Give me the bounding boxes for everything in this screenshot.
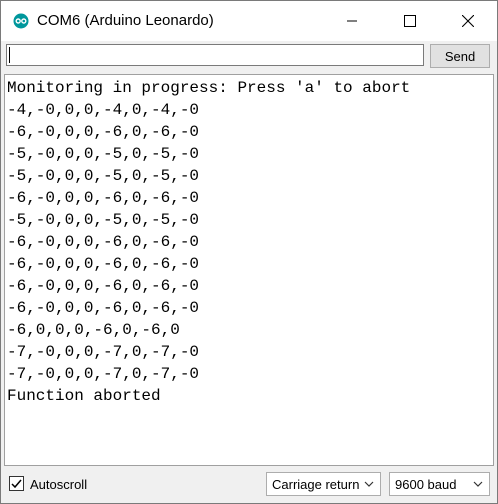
text-caret [9,47,10,63]
title-bar[interactable]: COM6 (Arduino Leonardo) [1,1,497,41]
line-ending-select[interactable]: Carriage return [266,472,381,496]
status-bar: Autoscroll Carriage return 9600 baud [1,467,497,503]
baud-rate-select[interactable]: 9600 baud [389,472,490,496]
chevron-down-icon [364,481,374,487]
minimize-icon [347,20,357,22]
output-line: -5,-0,0,0,-5,0,-5,-0 [7,167,200,185]
output-line: -7,-0,0,0,-7,0,-7,-0 [7,343,200,361]
window-title: COM6 (Arduino Leonardo) [37,12,214,29]
output-line: -7,-0,0,0,-7,0,-7,-0 [7,365,200,383]
output-line: Monitoring in progress: Press 'a' to abo… [7,79,411,97]
send-button[interactable]: Send [430,44,490,68]
chevron-down-icon [473,481,483,487]
output-line: -5,-0,0,0,-5,0,-5,-0 [7,145,200,163]
autoscroll-checkbox[interactable] [9,476,24,491]
command-input[interactable] [6,44,424,66]
close-icon [462,15,474,27]
checkmark-icon [11,479,22,489]
arduino-logo-icon [13,13,29,29]
serial-monitor-window: COM6 (Arduino Leonardo) Send Monitoring … [0,0,498,504]
maximize-icon [404,15,416,27]
output-line: -6,-0,0,0,-6,0,-6,-0 [7,123,200,141]
line-ending-value: Carriage return [272,477,360,492]
output-line: -6,-0,0,0,-6,0,-6,-0 [7,189,200,207]
output-line: -6,-0,0,0,-6,0,-6,-0 [7,233,200,251]
output-line: -4,-0,0,0,-4,0,-4,-0 [7,101,200,119]
baud-rate-value: 9600 baud [395,477,457,492]
close-button[interactable] [439,1,497,41]
maximize-button[interactable] [381,1,439,41]
minimize-button[interactable] [323,1,381,41]
output-line: Function aborted [7,387,161,405]
output-line: -6,-0,0,0,-6,0,-6,-0 [7,255,200,273]
send-toolbar: Send [1,41,497,73]
output-line: -5,-0,0,0,-5,0,-5,-0 [7,211,200,229]
output-line: -6,-0,0,0,-6,0,-6,-0 [7,299,200,317]
autoscroll-label[interactable]: Autoscroll [30,477,87,492]
serial-output[interactable]: Monitoring in progress: Press 'a' to abo… [4,74,494,466]
output-line: -6,0,0,0,-6,0,-6,0 [7,321,180,339]
output-line: -6,-0,0,0,-6,0,-6,-0 [7,277,200,295]
